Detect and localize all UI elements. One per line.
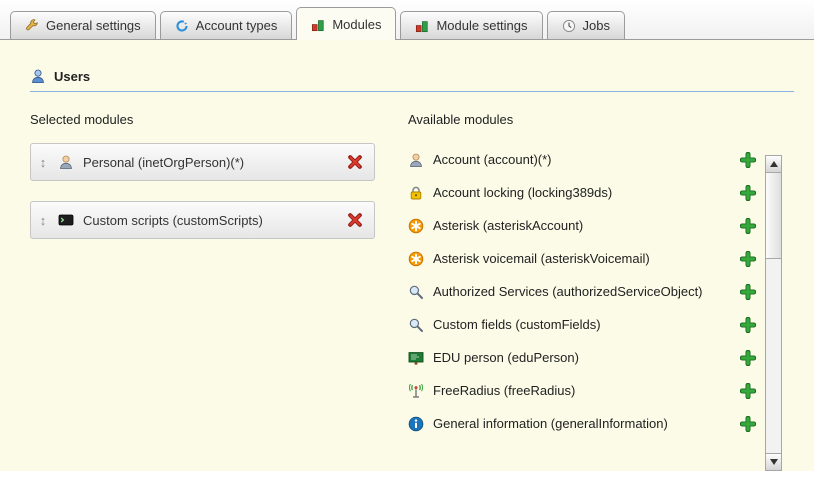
scrollbar-thumb[interactable] (766, 173, 781, 259)
module-label: Asterisk (asteriskAccount) (433, 218, 583, 233)
antenna-icon (408, 383, 424, 399)
plus-icon (740, 383, 756, 399)
tab-label: Jobs (583, 18, 610, 33)
add-module-button[interactable] (738, 381, 758, 401)
module-label: Account (account)(*) (433, 152, 552, 167)
info-icon (408, 416, 424, 432)
tab-label: Module settings (436, 18, 527, 33)
tab-modules[interactable]: Modules (296, 7, 396, 40)
asterisk-icon (408, 218, 424, 234)
available-module-row-authorized-services: Authorized Services (authorizedServiceOb… (408, 275, 758, 308)
plus-icon (740, 350, 756, 366)
available-module-row-custom-fields: Custom fields (customFields) (408, 308, 758, 341)
scroll-up-button[interactable] (766, 156, 781, 173)
magnifier-icon (408, 284, 424, 300)
plus-icon (740, 152, 756, 168)
delete-x-icon (347, 212, 363, 228)
add-module-button[interactable] (738, 216, 758, 236)
arrow-down-icon (770, 459, 778, 465)
available-module-row-account-locking: Account locking (locking389ds) (408, 176, 758, 209)
module-settings-icon (415, 19, 429, 33)
tab-label: General settings (46, 18, 141, 33)
add-module-button[interactable] (738, 315, 758, 335)
available-modules-heading: Available modules (408, 112, 800, 127)
drag-handle-icon[interactable]: ↕ (37, 214, 49, 227)
person-icon (58, 154, 74, 170)
remove-module-button[interactable] (345, 210, 365, 230)
tab-account-types[interactable]: Account types (160, 11, 293, 39)
available-module-row-asterisk-voicemail: Asterisk voicemail (asteriskVoicemail) (408, 242, 758, 275)
module-label: Asterisk voicemail (asteriskVoicemail) (433, 251, 650, 266)
asterisk-icon (408, 251, 424, 267)
module-label: General information (generalInformation) (433, 416, 668, 431)
module-label: Authorized Services (authorizedServiceOb… (433, 284, 703, 299)
modules-panel: Users Selected modules ↕ Personal (inetO… (0, 40, 814, 440)
section-title: Users (54, 69, 90, 84)
plus-icon (740, 251, 756, 267)
module-label: EDU person (eduPerson) (433, 350, 579, 365)
users-section-header: Users (30, 68, 794, 92)
drag-handle-icon[interactable]: ↕ (37, 156, 49, 169)
add-module-button[interactable] (738, 348, 758, 368)
scroll-down-button[interactable] (766, 453, 781, 470)
modules-icon (311, 18, 325, 32)
available-module-row-edu-person: EDU person (eduPerson) (408, 341, 758, 374)
bottom-strip (0, 471, 814, 478)
tab-label: Account types (196, 18, 278, 33)
tab-module-settings[interactable]: Module settings (400, 11, 542, 39)
tab-general-settings[interactable]: General settings (10, 11, 156, 39)
module-label: Personal (inetOrgPerson)(*) (83, 155, 336, 170)
available-module-row-freeradius: FreeRadius (freeRadius) (408, 374, 758, 407)
users-icon (30, 68, 46, 84)
delete-x-icon (347, 154, 363, 170)
add-module-button[interactable] (738, 150, 758, 170)
arrow-up-icon (770, 161, 778, 167)
account-types-icon (175, 19, 189, 33)
module-label: FreeRadius (freeRadius) (433, 383, 575, 398)
wrench-icon (25, 19, 39, 33)
selected-module-row-custom-scripts[interactable]: ↕ Custom scripts (customScripts) (30, 201, 375, 239)
person-icon (408, 152, 424, 168)
tab-label: Modules (332, 17, 381, 32)
blackboard-icon (408, 350, 424, 366)
add-module-button[interactable] (738, 414, 758, 434)
module-label: Custom fields (customFields) (433, 317, 601, 332)
lock-icon (408, 185, 424, 201)
plus-icon (740, 284, 756, 300)
module-label: Custom scripts (customScripts) (83, 213, 336, 228)
plus-icon (740, 416, 756, 432)
tab-bar: General settings Account types Modules M… (0, 0, 814, 40)
tab-jobs[interactable]: Jobs (547, 11, 625, 39)
available-module-row-general-information: General information (generalInformation) (408, 407, 758, 440)
available-modules-scrollbar[interactable] (765, 155, 782, 471)
terminal-icon (58, 212, 74, 228)
available-module-row-asterisk: Asterisk (asteriskAccount) (408, 209, 758, 242)
clock-icon (562, 19, 576, 33)
remove-module-button[interactable] (345, 152, 365, 172)
selected-module-row-personal[interactable]: ↕ Personal (inetOrgPerson)(*) (30, 143, 375, 181)
available-module-row-account: Account (account)(*) (408, 143, 758, 176)
magnifier-icon (408, 317, 424, 333)
add-module-button[interactable] (738, 282, 758, 302)
add-module-button[interactable] (738, 183, 758, 203)
module-label: Account locking (locking389ds) (433, 185, 612, 200)
plus-icon (740, 317, 756, 333)
plus-icon (740, 185, 756, 201)
plus-icon (740, 218, 756, 234)
add-module-button[interactable] (738, 249, 758, 269)
selected-modules-heading: Selected modules (30, 112, 408, 127)
